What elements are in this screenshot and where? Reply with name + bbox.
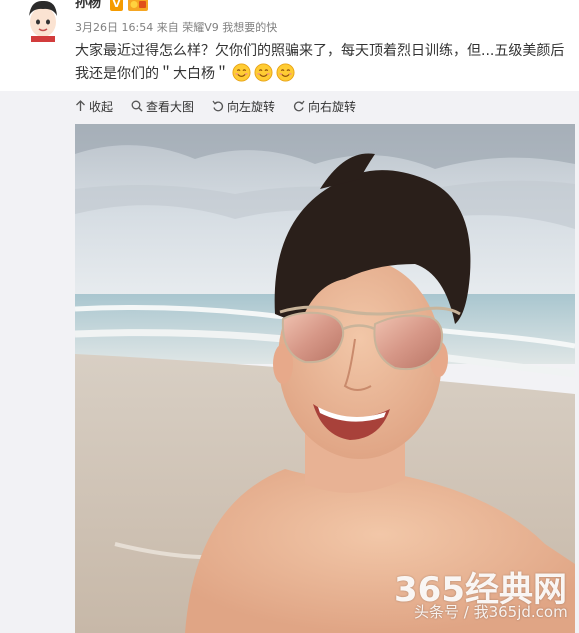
watermark-main: 365经典网: [394, 570, 567, 610]
rotate-right-button[interactable]: 向右旋转: [293, 98, 356, 115]
media-toolbar: 收起 查看大图 向左旋转 向右旋转: [75, 95, 374, 117]
post-text-line-2-text: 我还是你们的＂大白杨＂: [75, 66, 229, 82]
smile-emoji-icon: [276, 63, 295, 82]
post-photo[interactable]: [75, 124, 575, 633]
post-source[interactable]: 荣耀V9 我想要的快: [182, 21, 277, 34]
view-large-button[interactable]: 查看大图: [131, 98, 194, 115]
source-prefix: 来自: [156, 21, 179, 34]
rotate-left-icon: [212, 100, 224, 112]
collapse-label: 收起: [89, 99, 114, 114]
rotate-right-icon: [293, 100, 305, 112]
post-text-line-1: 大家最近过得怎么样？欠你们的照骗来了，每天顶着烈日训练，但...五级美颜后: [75, 43, 565, 59]
member-level-icon: [128, 0, 148, 11]
post-content: 大家最近过得怎么样？欠你们的照骗来了，每天顶着烈日训练，但...五级美颜后 我还…: [75, 40, 570, 86]
view-large-label: 查看大图: [146, 99, 195, 114]
search-icon: [131, 100, 143, 112]
collapse-button[interactable]: 收起: [75, 98, 113, 115]
verified-icon: V: [110, 0, 123, 11]
arrow-up-icon: [76, 100, 85, 111]
author-avatar[interactable]: [23, 0, 63, 42]
author-name[interactable]: 孙杨: [75, 0, 101, 12]
rotate-left-button[interactable]: 向左旋转: [212, 98, 275, 115]
post-meta: 3月26日 16:54 来自 荣耀V9 我想要的快: [75, 21, 277, 35]
rotate-right-label: 向右旋转: [308, 99, 357, 114]
watermark-sub: 头条号 / 我365jd.com: [414, 603, 568, 621]
rotate-left-label: 向左旋转: [227, 99, 276, 114]
weibo-post: 孙杨 V 3月26日 16:54 来自 荣耀V9 我想要的快 大家最近过得怎么样…: [0, 0, 579, 633]
smile-emoji-icon: [254, 63, 273, 82]
post-text-line-2: 我还是你们的＂大白杨＂: [75, 63, 570, 86]
smile-emoji-icon: [232, 63, 251, 82]
post-timestamp[interactable]: 3月26日 16:54: [75, 21, 153, 34]
